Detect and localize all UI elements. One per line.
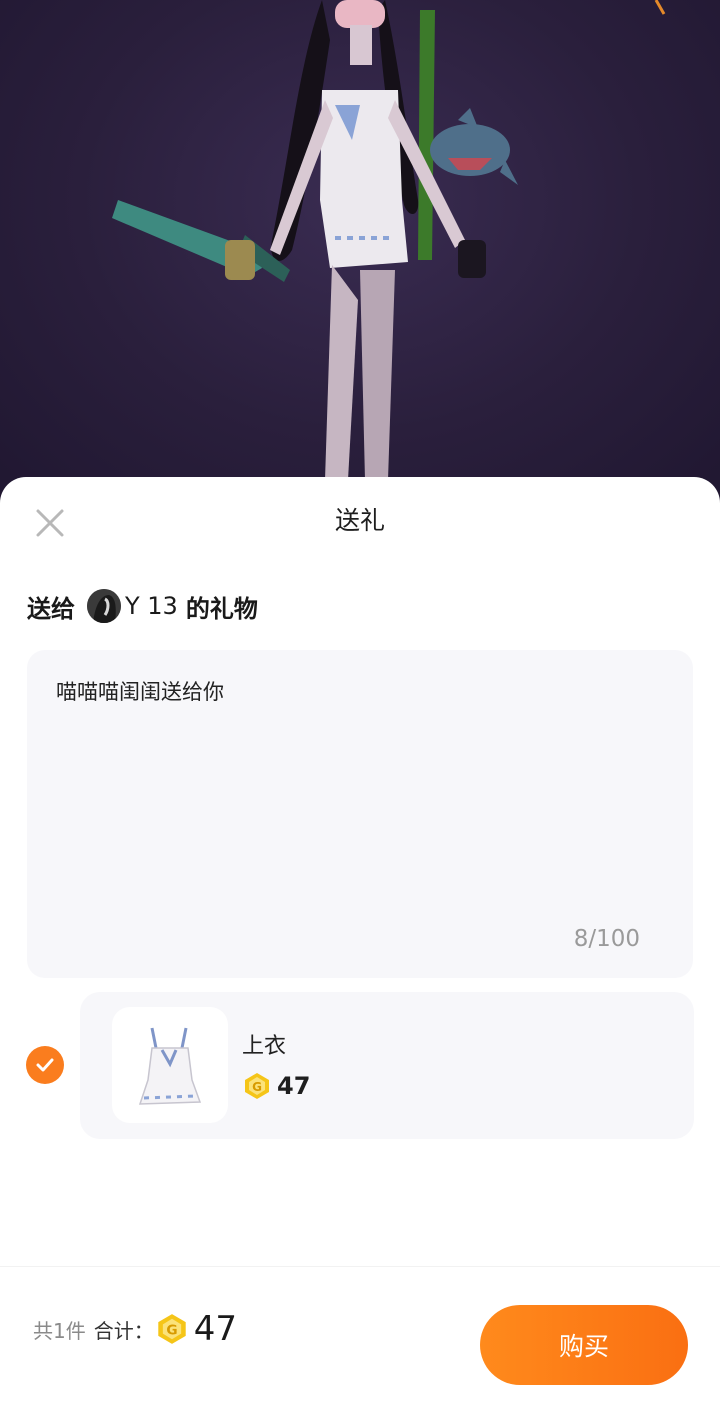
item-price: G 47 [243,1072,310,1100]
sheet-title: 送礼 [334,506,385,535]
avatar-image [87,589,121,623]
recipient-avatar [87,589,121,623]
svg-text:G: G [252,1080,262,1094]
recipient-line: 送给 Y 13 的礼物 [27,587,258,625]
item-thumbnail [112,1007,228,1123]
total-amount: 47 [193,1309,237,1349]
message-text: 喵喵喵闺闺送给你 [56,680,224,704]
recipient-suffix: 的礼物 [185,594,258,623]
character-preview [0,0,720,500]
order-total: 共1件 合计： G 47 [33,1307,237,1351]
coin-icon: G [158,1314,186,1344]
item-name: 上衣 [242,1034,287,1059]
total-label: 合计： [93,1318,154,1343]
gift-sheet: 送礼 送给 Y 13 的礼物 喵喵喵闺闺送给你 8/100 上衣 G 47 共1… [0,477,720,1422]
svg-text:G: G [166,1323,177,1339]
character-model [112,0,666,480]
item-select-checkbox[interactable] [26,1046,64,1084]
item-price-value: 47 [277,1072,311,1100]
gift-item-card[interactable]: 上衣 G 47 [80,992,694,1139]
item-count: 共1件 [33,1318,86,1343]
recipient-prefix: 送给 [27,594,75,623]
footer-divider [0,1266,720,1267]
buy-button[interactable]: 购买 [480,1305,688,1385]
message-textarea[interactable]: 喵喵喵闺闺送给你 8/100 [27,650,693,978]
check-icon [36,1058,54,1072]
dress-image [138,1027,202,1105]
coin-icon: G [245,1073,269,1099]
char-counter: 8/100 [573,926,640,952]
recipient-name[interactable]: Y 13 [125,592,178,620]
